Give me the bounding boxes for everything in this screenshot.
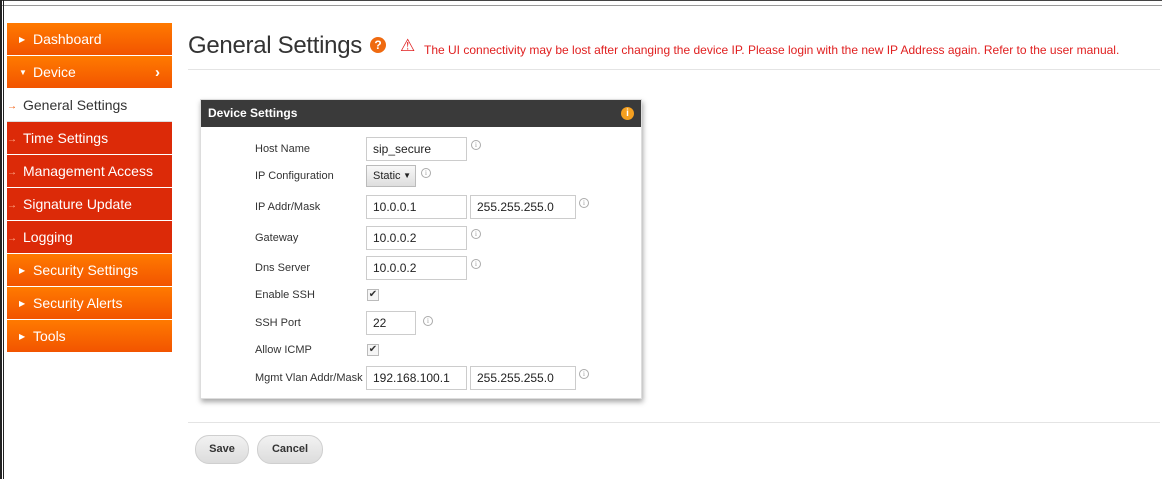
- enable-ssh-row: Enable SSH ✔: [201, 283, 641, 307]
- host-name-row: Host Name i: [201, 137, 641, 161]
- ip-config-select[interactable]: Static ▼: [366, 165, 416, 187]
- ssh-port-label: SSH Port: [255, 317, 301, 329]
- allow-icmp-checkbox[interactable]: ✔: [367, 344, 379, 356]
- sidebar-item-label: Device: [33, 64, 76, 80]
- sidebar-item-label: Security Alerts: [33, 295, 123, 311]
- info-circle-icon[interactable]: i: [421, 168, 431, 178]
- sidebar-item-label: Management Access: [23, 163, 153, 179]
- caret-down-icon: ▼: [403, 171, 411, 180]
- footer-divider: [188, 422, 1160, 423]
- device-settings-panel: Device Settings i Host Name i IP Configu…: [200, 99, 642, 399]
- ip-config-label: IP Configuration: [255, 170, 334, 182]
- info-circle-icon[interactable]: i: [579, 198, 589, 208]
- sidebar-item-security-alerts[interactable]: ▶ Security Alerts: [7, 287, 172, 320]
- gateway-row: Gateway i: [201, 226, 641, 250]
- arrow-right-icon: →: [7, 100, 17, 112]
- dns-server-label: Dns Server: [255, 262, 311, 274]
- caret-right-icon: ▶: [19, 331, 26, 341]
- cancel-button[interactable]: Cancel: [257, 435, 323, 464]
- mgmt-vlan-label: Mgmt Vlan Addr/Mask: [255, 372, 363, 384]
- window-top-border: [0, 0, 1162, 6]
- question-circle-icon[interactable]: ?: [370, 37, 386, 53]
- save-button[interactable]: Save: [195, 435, 249, 464]
- ip-addr-label: IP Addr/Mask: [255, 201, 321, 213]
- enable-ssh-label: Enable SSH: [255, 289, 315, 301]
- panel-title: Device Settings: [208, 106, 298, 120]
- sidebar-item-management-access[interactable]: → Management Access: [7, 155, 172, 188]
- allow-icmp-label: Allow ICMP: [255, 344, 312, 356]
- arrow-right-icon: →: [7, 199, 17, 211]
- ip-addr-row: IP Addr/Mask i: [201, 195, 641, 219]
- arrow-right-icon: →: [7, 232, 17, 244]
- arrow-right-icon: →: [7, 133, 17, 145]
- page-title: General Settings: [188, 32, 362, 59]
- gateway-label: Gateway: [255, 232, 299, 244]
- caret-right-icon: ▶: [19, 34, 26, 44]
- sidebar-item-label: Logging: [23, 229, 73, 245]
- sidebar-item-label: Tools: [33, 328, 66, 344]
- sidebar-item-time-settings[interactable]: → Time Settings: [7, 122, 172, 155]
- sidebar-item-label: Dashboard: [33, 31, 102, 47]
- sidebar-item-logging[interactable]: → Logging: [7, 221, 172, 254]
- info-circle-icon[interactable]: i: [579, 369, 589, 379]
- window-left-border: [0, 0, 4, 479]
- arrow-right-icon: →: [7, 166, 17, 178]
- sidebar-item-tools[interactable]: ▶ Tools: [7, 320, 172, 353]
- warning-triangle-icon: ⚠: [400, 36, 416, 55]
- sidebar-item-general-settings[interactable]: → General Settings: [7, 89, 172, 122]
- info-circle-icon[interactable]: i: [471, 229, 481, 239]
- panel-header: Device Settings i: [201, 100, 641, 127]
- dns-server-row: Dns Server i: [201, 256, 641, 280]
- ssh-port-row: SSH Port i: [201, 311, 641, 335]
- enable-ssh-checkbox[interactable]: ✔: [367, 289, 379, 301]
- host-name-label: Host Name: [255, 143, 311, 155]
- info-circle-icon[interactable]: i: [423, 316, 433, 326]
- sidebar-item-security-settings[interactable]: ▶ Security Settings: [7, 254, 172, 287]
- ip-config-selected-value: Static: [373, 170, 401, 182]
- allow-icmp-row: Allow ICMP ✔: [201, 338, 641, 362]
- sidebar-item-label: General Settings: [23, 97, 128, 113]
- caret-right-icon: ▶: [19, 298, 26, 308]
- sidebar-item-device[interactable]: ▼ Device ›: [7, 56, 172, 89]
- sidebar-item-label: Signature Update: [23, 196, 132, 212]
- mgmt-vlan-mask-input[interactable]: [470, 366, 576, 390]
- caret-down-icon: ▼: [19, 67, 27, 77]
- dns-server-input[interactable]: [366, 256, 467, 280]
- host-name-input[interactable]: [366, 137, 467, 161]
- ip-config-row: IP Configuration Static ▼ i: [201, 164, 641, 188]
- warning-message: The UI connectivity may be lost after ch…: [424, 43, 1120, 57]
- sidebar-item-signature-update[interactable]: → Signature Update: [7, 188, 172, 221]
- caret-right-icon: ▶: [19, 265, 26, 275]
- sidebar-nav: ▶ Dashboard ▼ Device › → General Settings →…: [7, 23, 172, 353]
- info-circle-icon[interactable]: i: [471, 140, 481, 150]
- ip-addr-input[interactable]: [366, 195, 467, 219]
- sidebar-item-label: Time Settings: [23, 130, 109, 146]
- ssh-port-input[interactable]: [366, 311, 416, 335]
- sidebar-item-label: Security Settings: [33, 262, 139, 278]
- mgmt-vlan-row: Mgmt Vlan Addr/Mask i: [201, 366, 641, 390]
- header-divider: [188, 69, 1160, 70]
- checkmark-icon: ✔: [368, 344, 378, 355]
- gateway-input[interactable]: [366, 226, 467, 250]
- info-circle-icon[interactable]: i: [621, 107, 634, 120]
- mgmt-vlan-addr-input[interactable]: [366, 366, 467, 390]
- info-circle-icon[interactable]: i: [471, 259, 481, 269]
- sidebar-item-dashboard[interactable]: ▶ Dashboard: [7, 23, 172, 56]
- ip-mask-input[interactable]: [470, 195, 576, 219]
- chevron-right-icon: ›: [155, 64, 160, 81]
- checkmark-icon: ✔: [368, 289, 378, 300]
